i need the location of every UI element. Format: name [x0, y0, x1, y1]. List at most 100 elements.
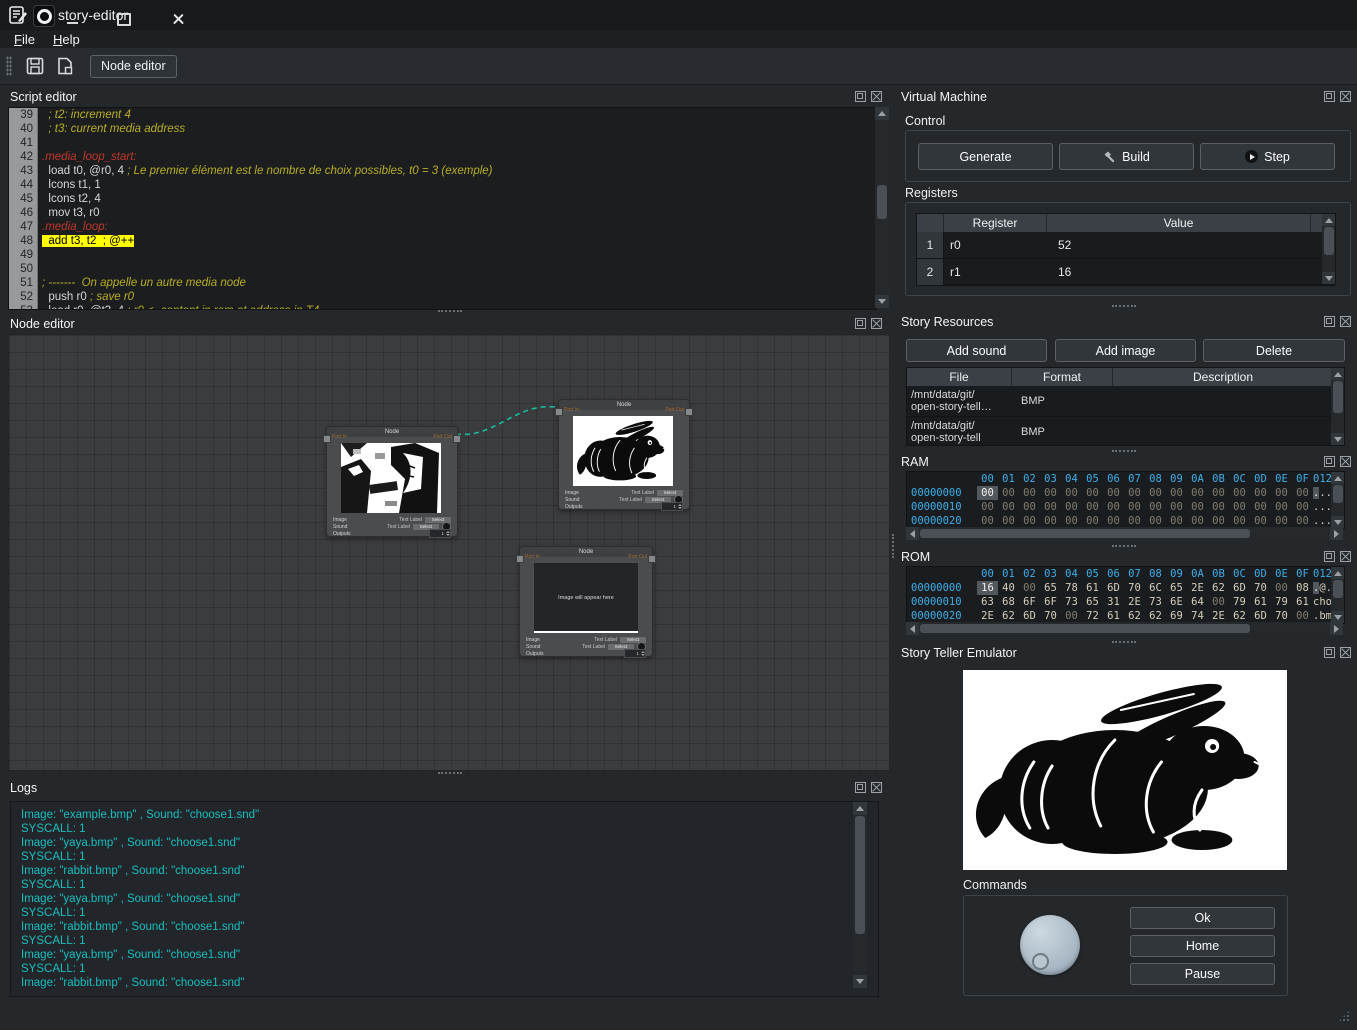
media-node-yaya[interactable]: Node Port In Port Out Image Text Label S… [326, 426, 458, 537]
script-line: 44 lcons t1, 1 [9, 178, 876, 192]
port-out-connector[interactable] [648, 555, 656, 563]
resources-table-header: File Format Description [907, 368, 1344, 386]
register-row[interactable]: 1r052 [917, 232, 1335, 259]
close-icon [172, 13, 184, 25]
ram-hex-view[interactable]: 000102030405060708090A0B0C0D0E0F012 0000… [906, 471, 1345, 529]
rom-hex-view[interactable]: 000102030405060708090A0B0C0D0E0F012 0000… [906, 566, 1345, 624]
maximize-button[interactable] [112, 8, 136, 30]
rom-hscrollbar[interactable] [906, 622, 1343, 635]
float-panel-icon[interactable] [1324, 316, 1335, 327]
logs-scrollbar[interactable] [853, 802, 867, 988]
save-button[interactable] [20, 52, 50, 80]
splitter-handle[interactable] [1112, 305, 1136, 307]
node-editor-toggle-button[interactable]: Node editor [90, 55, 177, 78]
splitter-handle[interactable] [1112, 545, 1136, 547]
outputs-label: Outputs [526, 651, 544, 657]
close-panel-icon[interactable] [871, 782, 882, 793]
emulator-screen [963, 670, 1287, 870]
script-line: 42.media_loop_start: [9, 150, 876, 164]
resource-row[interactable]: /mnt/data/git/open-story-tellBMP [907, 417, 1344, 446]
port-in-label: Port In [525, 554, 540, 560]
toolbar-drag-handle[interactable] [6, 56, 12, 76]
float-panel-icon[interactable] [1324, 647, 1335, 658]
new-document-button[interactable] [50, 52, 80, 80]
rom-hex-rows: 000000001640006578616D706C652E626D700008… [907, 581, 1344, 623]
float-panel-icon[interactable] [1324, 456, 1335, 467]
node-image-thumbnail [341, 443, 441, 513]
ok-button[interactable]: Ok [1130, 907, 1275, 929]
script-line: 40 ; t3: current media address [9, 122, 876, 136]
splitter-handle[interactable] [1112, 450, 1136, 452]
rom-vscrollbar[interactable] [1331, 567, 1344, 623]
script-scrollbar[interactable] [875, 107, 889, 308]
home-button[interactable]: Home [1130, 935, 1275, 957]
step-button[interactable]: Step [1200, 143, 1335, 170]
build-button[interactable]: Build [1059, 143, 1194, 170]
port-in-connector[interactable] [555, 408, 563, 416]
ram-hscrollbar[interactable] [906, 527, 1343, 540]
close-panel-icon[interactable] [1340, 91, 1351, 102]
registers-groupbox: Register Value 1r0522r116 [905, 202, 1351, 296]
delete-button[interactable]: Delete [1203, 339, 1345, 362]
log-line: Image: "yaya.bmp" , Sound: "choose1.snd" [21, 948, 878, 962]
port-out-connector[interactable] [453, 435, 461, 443]
node-canvas[interactable]: Node Port In Port Out Image Text Label S… [8, 334, 890, 771]
add-image-button[interactable]: Add image [1055, 339, 1196, 362]
close-button[interactable] [166, 8, 190, 30]
port-in-connector[interactable] [516, 555, 524, 563]
splitter-handle[interactable] [438, 310, 462, 312]
port-in-connector[interactable] [323, 435, 331, 443]
resource-row[interactable]: /mnt/data/git/open-story-tell…BMP [907, 386, 1344, 417]
media-node-empty[interactable]: Node Port In Port Out Image will appear … [519, 546, 653, 657]
registers-scrollbar[interactable] [1322, 214, 1335, 284]
image-label: Image [333, 517, 347, 523]
minimize-button[interactable] [60, 8, 84, 30]
register-row[interactable]: 2r116 [917, 259, 1335, 286]
splitter-handle[interactable] [1112, 641, 1136, 643]
splitter-handle-vertical[interactable] [892, 534, 894, 558]
resources-table[interactable]: File Format Description /mnt/data/git/op… [906, 367, 1345, 446]
hex-row: 0000001000000000000000000000000000000000… [907, 500, 1344, 514]
port-out-connector[interactable] [685, 408, 693, 416]
port-out-label: Port Out [433, 434, 452, 440]
close-panel-icon[interactable] [871, 91, 882, 102]
close-panel-icon[interactable] [1340, 551, 1351, 562]
log-line: SYSCALL: 1 [21, 906, 878, 920]
close-panel-icon[interactable] [1340, 647, 1351, 658]
add-sound-button[interactable]: Add sound [906, 339, 1047, 362]
float-panel-icon[interactable] [855, 318, 866, 329]
hammer-build-icon [1103, 150, 1116, 163]
float-panel-icon[interactable] [855, 782, 866, 793]
registers-table[interactable]: Register Value 1r0522r116 [916, 213, 1336, 285]
media-node-rabbit[interactable]: Node Port In Port Out Image Text Label S… [558, 399, 690, 510]
registers-table-header: Register Value [917, 214, 1335, 232]
rotary-knob[interactable] [1020, 915, 1080, 975]
pause-button[interactable]: Pause [1130, 963, 1275, 985]
log-output[interactable]: Image: "example.bmp" , Sound: "choose1.s… [10, 801, 879, 997]
sound-label: Sound [526, 644, 540, 650]
float-panel-icon[interactable] [1324, 91, 1335, 102]
script-code-area[interactable]: 39 ; t2: increment 440 ; t3: current med… [8, 107, 877, 310]
title-bar: story-editor [0, 0, 1357, 30]
resources-scrollbar[interactable] [1331, 368, 1344, 445]
control-group-label: Control [905, 114, 945, 128]
close-panel-icon[interactable] [871, 318, 882, 329]
outputs-spinbox[interactable]: 1 [624, 649, 646, 658]
logs-panel: Logs Image: "example.bmp" , Sound: "choo… [0, 779, 889, 999]
splitter-handle[interactable] [438, 772, 462, 774]
float-panel-icon[interactable] [1324, 551, 1335, 562]
generate-button[interactable]: Generate [918, 143, 1053, 170]
close-panel-icon[interactable] [1340, 316, 1351, 327]
script-line: 50 [9, 262, 876, 276]
float-panel-icon[interactable] [855, 91, 866, 102]
minimize-icon [67, 22, 78, 24]
ram-vscrollbar[interactable] [1331, 472, 1344, 528]
hex-row: 0000000000000000000000000000000000000000… [907, 486, 1344, 500]
outputs-spinbox[interactable]: 1 [661, 502, 683, 511]
menu-file[interactable]: File [14, 32, 35, 47]
outputs-spinbox[interactable]: 1 [429, 529, 451, 538]
close-panel-icon[interactable] [1340, 456, 1351, 467]
emulator-title: Story Teller Emulator [897, 644, 1357, 662]
menu-help[interactable]: Help [53, 32, 80, 47]
app-window: { "window": { "title": "story-editor", "… [0, 0, 1357, 1030]
